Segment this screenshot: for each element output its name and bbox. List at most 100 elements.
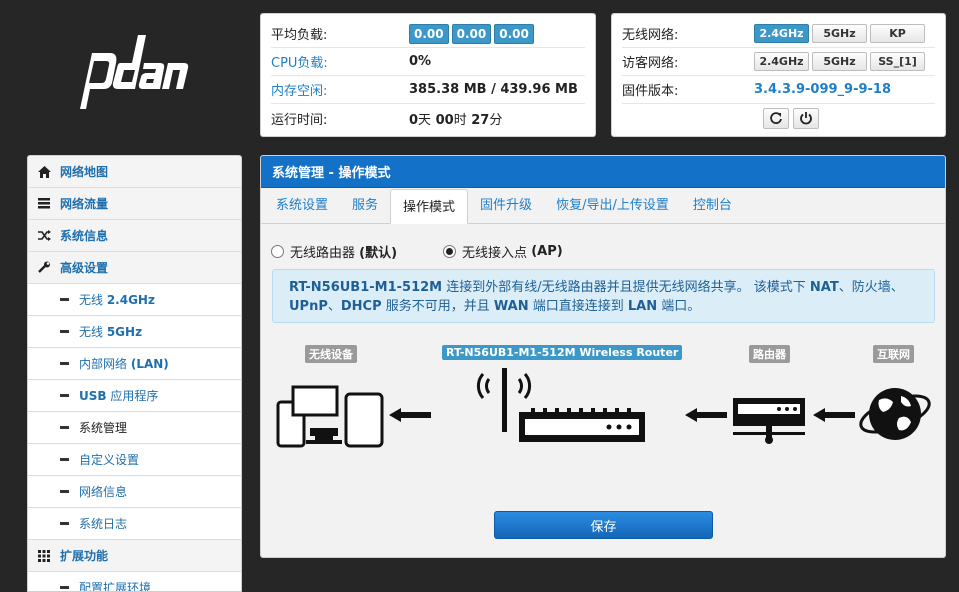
label-bold: 2.4GHz — [106, 293, 155, 307]
sidebar-item-traffic[interactable]: 网络流量 — [28, 188, 241, 220]
sidebar-item-advanced-settings[interactable]: 高级设置 — [28, 252, 241, 284]
radio-circle[interactable] — [271, 245, 284, 258]
sidebar-item-label: 内部网络 (LAN) — [79, 355, 169, 372]
info-text: 、防火墙、 — [838, 280, 904, 295]
sidebar-item-label: USB 应用程序 — [79, 387, 158, 404]
cpu-load-link[interactable]: CPU负载: — [271, 52, 409, 71]
guest-24ghz-button[interactable]: 2.4GHz — [754, 52, 809, 71]
sidebar-item-label: 系统管理 — [79, 421, 128, 435]
sidebar-item-label: 网络地图 — [60, 165, 109, 179]
sidebar-item-label: 系统日志 — [79, 517, 128, 531]
sidebar-menu: 网络地图 网络流量 系统信息 高级设置 无线 2.4GHz 无线 5GHz 内部… — [27, 155, 242, 592]
firmware-version-link[interactable]: 3.4.3.9-099_9-9-18 — [754, 82, 891, 97]
label-text: 无线 — [79, 293, 107, 307]
sidebar-item-network-info[interactable]: 网络信息 — [28, 476, 241, 508]
sidebar-item-system-info[interactable]: 系统信息 — [28, 220, 241, 252]
sidebar-item-wireless-24ghz[interactable]: 无线 2.4GHz — [28, 284, 241, 316]
tab-operation-mode[interactable]: 操作模式 — [390, 189, 469, 224]
info-wan: WAN — [493, 299, 529, 314]
uptime-days: 0 — [409, 112, 419, 128]
info-text: 服务不可用，并且 — [381, 299, 494, 314]
diagram-label-upstream: 路由器 — [749, 345, 790, 363]
sidebar-item-lan[interactable]: 内部网络 (LAN) — [28, 348, 241, 380]
sidebar-item-usb-apps[interactable]: USB 应用程序 — [28, 380, 241, 412]
wifi-24ghz-button[interactable]: 2.4GHz — [754, 24, 809, 43]
sidebar-item-label: 网络信息 — [79, 485, 128, 499]
refresh-button[interactable] — [763, 107, 789, 129]
mode-radio-group: 无线路由器 (默认) 无线接入点 (AP) — [271, 242, 609, 261]
shuffle-icon — [38, 230, 60, 241]
page-title: 系统管理 - 操作模式 — [261, 156, 945, 188]
radio-label-bold: (AP) — [531, 244, 563, 259]
power-button[interactable] — [793, 107, 819, 129]
label-text: 应用程序 — [106, 389, 159, 403]
wireless-status-panel: 无线网络: 2.4GHz 5GHz KP 访客网络: 2.4GHz 5GHz SS_[1… — [611, 13, 946, 137]
uptime-label: 运行时间: — [271, 112, 328, 128]
avg-load-values: 0.00 0.00 0.00 — [409, 23, 537, 44]
tab-services[interactable]: 服务 — [340, 188, 390, 223]
dash-icon — [60, 362, 69, 365]
sidebar-item-extensions[interactable]: 扩展功能 — [28, 540, 241, 572]
label-bold: 5GHz — [106, 325, 143, 339]
radio-circle-checked[interactable] — [443, 245, 457, 258]
radio-label: 无线路由器 — [290, 246, 356, 261]
info-text: 、 — [327, 299, 341, 314]
sidebar-item-customization[interactable]: 自定义设置 — [28, 444, 241, 476]
uptime-days-unit: 天 — [418, 112, 432, 128]
dash-icon — [60, 490, 69, 493]
sidebar-item-label: 自定义设置 — [79, 453, 140, 467]
refresh-icon — [770, 112, 782, 124]
tab-bar: 系统设置 服务 操作模式 固件升级 恢复/导出/上传设置 控制台 — [261, 188, 945, 224]
mode-ap-radio[interactable]: 无线接入点 (AP) — [443, 242, 563, 261]
wrench-icon — [38, 261, 60, 274]
avg-load-label: 平均负载: — [271, 28, 328, 43]
dash-icon — [60, 426, 69, 429]
label-text: 无线 — [79, 325, 107, 339]
internet-globe-icon — [859, 388, 931, 440]
sidebar-item-administration[interactable]: 系统管理 — [28, 412, 241, 444]
cpu-row: CPU负载: 0% — [271, 48, 585, 76]
router-icon — [476, 368, 645, 442]
diagram-label-router: RT-N56UB1-M1-512M Wireless Router — [442, 345, 683, 360]
tab-system-settings[interactable]: 系统设置 — [264, 188, 340, 223]
info-text: 端口直接连接到 — [528, 299, 628, 314]
arrow-left-icon — [685, 408, 727, 422]
sidebar-item-wireless-5ghz[interactable]: 无线 5GHz — [28, 316, 241, 348]
info-model: RT-N56UB1-M1-512M — [289, 280, 443, 295]
upstream-router-icon — [733, 398, 805, 444]
tab-restore-settings[interactable]: 恢复/导出/上传设置 — [544, 188, 681, 223]
memory-free-link[interactable]: 内存空闲: — [271, 80, 409, 99]
sidebar-item-label: 无线 5GHz — [79, 323, 142, 340]
radio-label-bold: (默认) — [359, 246, 398, 261]
diagram-label-devices: 无线设备 — [305, 345, 357, 363]
uptime-value: 0天 00时 27分 — [409, 109, 502, 128]
wifi-kp-button[interactable]: KP — [870, 24, 925, 43]
sidebar-item-network-map[interactable]: 网络地图 — [28, 156, 241, 188]
memory-free-value: 385.38 MB / 439.96 MB — [409, 82, 578, 97]
dash-icon — [60, 298, 69, 301]
list-icon — [38, 198, 60, 209]
guest-label: 访客网络: — [622, 56, 679, 71]
dash-icon — [60, 522, 69, 525]
arrow-left-icon — [389, 408, 431, 422]
wifi-5ghz-button[interactable]: 5GHz — [812, 24, 867, 43]
padavan-logo[interactable] — [80, 33, 195, 111]
load-15min: 0.00 — [494, 23, 534, 44]
sidebar-item-extension-env[interactable]: 配置扩展环境 — [28, 572, 241, 591]
tab-firmware-upgrade[interactable]: 固件升级 — [468, 188, 544, 223]
sidebar-item-label: 扩展功能 — [60, 549, 109, 563]
info-dhcp: DHCP — [340, 299, 382, 314]
sidebar-item-label: 系统信息 — [60, 229, 109, 243]
guest-ss-button[interactable]: SS_[1] — [870, 52, 925, 71]
guest-5ghz-button[interactable]: 5GHz — [812, 52, 867, 71]
save-button[interactable]: 保存 — [494, 511, 713, 539]
tab-console[interactable]: 控制台 — [681, 188, 744, 223]
sidebar-item-system-log[interactable]: 系统日志 — [28, 508, 241, 540]
sidebar-item-label: 无线 2.4GHz — [79, 291, 155, 308]
main-panel: 系统管理 - 操作模式 系统设置 服务 操作模式 固件升级 恢复/导出/上传设置… — [260, 155, 946, 558]
load-1min: 0.00 — [409, 23, 449, 44]
uptime-row: 运行时间: 0天 00时 27分 — [271, 104, 585, 132]
mode-router-radio[interactable]: 无线路由器 (默认) — [271, 242, 397, 261]
power-icon — [800, 112, 812, 125]
arrow-left-icon — [813, 408, 855, 422]
